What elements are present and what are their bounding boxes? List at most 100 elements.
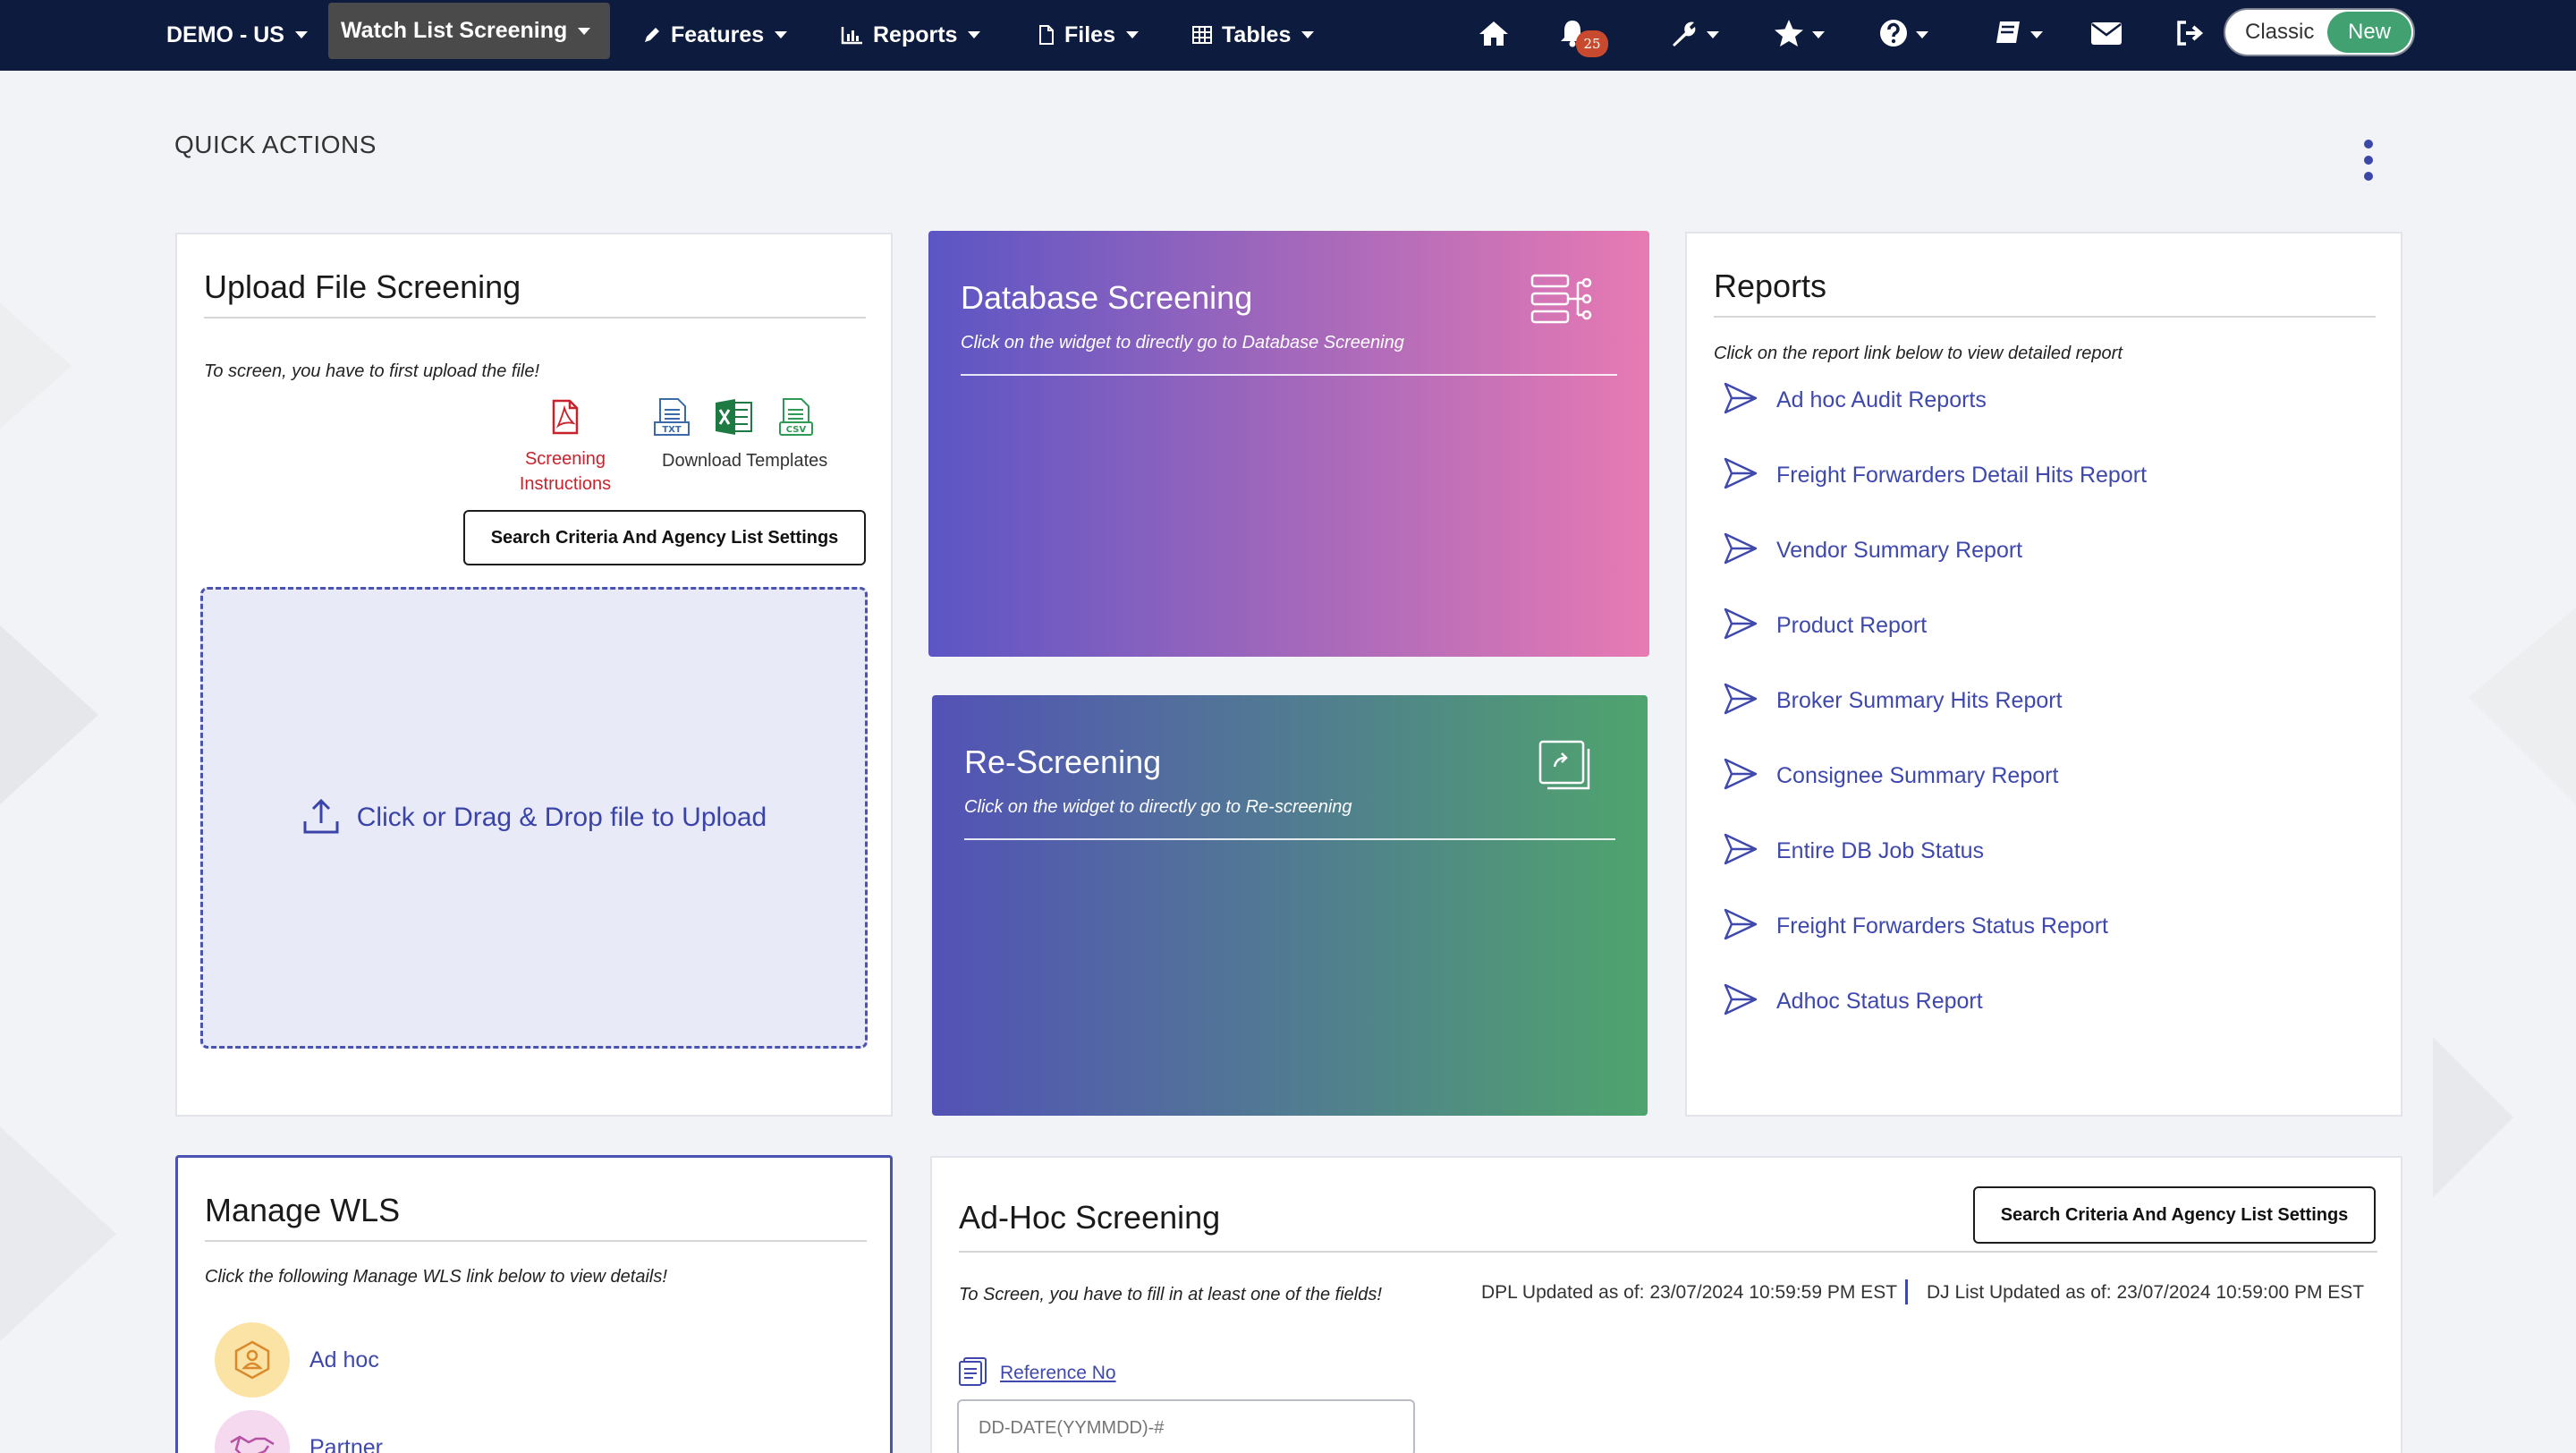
reports-hint: Click on the report link below to view d…: [1714, 344, 2123, 363]
reports-title: Reports: [1714, 268, 1827, 304]
document-list-icon: [957, 1355, 989, 1391]
wls-item-partner[interactable]: Partner: [215, 1410, 383, 1453]
manage-wls-hint: Click the following Manage WLS link belo…: [205, 1267, 667, 1287]
screening-instructions-link[interactable]: Screening Instructions: [510, 399, 621, 497]
menu-tables[interactable]: Tables: [1179, 7, 1326, 63]
report-link[interactable]: Entire DB Job Status: [1723, 832, 1984, 871]
send-arrow-icon: [1723, 982, 1758, 1021]
pencil-icon: [642, 25, 662, 45]
report-link[interactable]: Freight Forwarders Status Report: [1723, 907, 2108, 946]
menu-watch-list-screening[interactable]: Watch List Screening: [328, 3, 611, 59]
home-icon: [1478, 19, 1510, 52]
reference-no-link[interactable]: Reference No: [1000, 1363, 1116, 1384]
wls-item-adhoc[interactable]: Ad hoc: [215, 1322, 379, 1398]
menu-files[interactable]: Files: [1025, 7, 1151, 63]
adhoc-settings-button[interactable]: Search Criteria And Agency List Settings: [1973, 1186, 2376, 1244]
rescreen-icon: [1537, 738, 1592, 796]
rescreening-subtitle: Click on the widget to directly go to Re…: [964, 797, 1352, 817]
notifications-button[interactable]: 25: [1553, 7, 1615, 63]
adhoc-title: Ad-Hoc Screening: [959, 1199, 1221, 1236]
database-network-icon: [1530, 272, 1594, 332]
help-menu[interactable]: [1873, 7, 1934, 63]
report-link[interactable]: Adhoc Status Report: [1723, 982, 1983, 1021]
menu-reports[interactable]: Reports: [828, 7, 993, 63]
toggle-classic-label[interactable]: Classic: [2225, 20, 2327, 45]
chevron-down-icon: [294, 31, 308, 38]
menu-features[interactable]: Features: [630, 7, 800, 63]
csv-text: CSV: [786, 425, 807, 435]
quick-actions-title: QUICK ACTIONS: [174, 131, 377, 158]
tools-menu[interactable]: [1664, 7, 1724, 63]
chevron-down-icon: [1812, 31, 1825, 38]
report-link-label: Entire DB Job Status: [1776, 838, 1985, 863]
excel-template-icon[interactable]: [714, 397, 755, 443]
book-icon: [1993, 18, 2023, 53]
logout-button[interactable]: [2168, 7, 2211, 63]
report-link-label: Broker Summary Hits Report: [1776, 688, 2063, 713]
send-arrow-icon: [1723, 832, 1758, 871]
send-arrow-icon: [1723, 456, 1758, 495]
screening-instructions-label: Screening Instructions: [519, 449, 612, 494]
dpl-updated-text: DPL Updated as of: 23/07/2024 10:59:59 P…: [1481, 1282, 1898, 1303]
home-button[interactable]: [1472, 7, 1515, 63]
manage-wls-card: Manage WLS Click the following Manage WL…: [175, 1155, 893, 1453]
menu-label: Watch List Screening: [341, 18, 568, 43]
bar-chart-icon: [841, 25, 864, 45]
database-screening-title: Database Screening: [961, 279, 1253, 316]
menu-label: Files: [1064, 21, 1115, 47]
upload-title: Upload File Screening: [204, 268, 521, 305]
csv-template-icon[interactable]: CSV: [776, 397, 816, 443]
report-link[interactable]: Freight Forwarders Detail Hits Report: [1723, 456, 2147, 495]
send-arrow-icon: [1723, 682, 1758, 720]
manage-wls-title: Manage WLS: [205, 1192, 401, 1228]
report-link-label: Ad hoc Audit Reports: [1776, 387, 1987, 412]
report-link-label: Freight Forwarders Status Report: [1776, 913, 2108, 939]
report-link-label: Adhoc Status Report: [1776, 989, 1983, 1014]
adhoc-badge-icon: [215, 1322, 290, 1398]
send-arrow-icon: [1723, 907, 1758, 946]
report-link-label: Vendor Summary Report: [1776, 538, 2023, 563]
file-dropzone[interactable]: Click or Drag & Drop file to Upload: [200, 587, 868, 1049]
report-link-label: Consignee Summary Report: [1776, 763, 2059, 788]
rescreening-card[interactable]: Re-Screening Click on the widget to dire…: [932, 695, 1648, 1116]
chevron-down-icon: [1125, 31, 1139, 38]
divider: [205, 1240, 867, 1242]
report-link[interactable]: Broker Summary Hits Report: [1723, 682, 2063, 720]
messages-button[interactable]: [2084, 7, 2129, 63]
pdf-icon: [550, 399, 580, 439]
report-link[interactable]: Consignee Summary Report: [1723, 757, 2058, 795]
send-arrow-icon: [1723, 381, 1758, 420]
menu-label: Tables: [1222, 21, 1292, 47]
report-link[interactable]: Product Report: [1723, 607, 1927, 645]
send-arrow-icon: [1723, 757, 1758, 795]
reference-no-field-label: Reference No: [957, 1355, 1116, 1391]
chevron-down-icon: [1301, 31, 1315, 38]
reference-no-input[interactable]: [957, 1399, 1415, 1453]
brand-menu[interactable]: DEMO - US: [154, 7, 320, 63]
report-link[interactable]: Vendor Summary Report: [1723, 531, 2022, 570]
file-icon: [1038, 24, 1055, 46]
divider: [204, 317, 866, 319]
chevron-down-icon: [578, 27, 591, 35]
top-navbar: DEMO - US Watch List Screening Features …: [0, 0, 2576, 71]
sign-out-icon: [2174, 19, 2206, 52]
question-circle-icon: [1878, 18, 1909, 53]
report-link[interactable]: Ad hoc Audit Reports: [1723, 381, 1987, 420]
guides-menu[interactable]: [1987, 7, 2048, 63]
dj-updated-text: DJ List Updated as of: 23/07/2024 10:59:…: [1927, 1282, 2365, 1303]
separator: [1905, 1279, 1908, 1304]
database-screening-card[interactable]: Database Screening Click on the widget t…: [928, 231, 1649, 657]
table-icon: [1191, 25, 1213, 45]
upload-settings-button[interactable]: Search Criteria And Agency List Settings: [463, 510, 866, 565]
chevron-down-icon: [2030, 31, 2043, 38]
ui-version-toggle[interactable]: Classic New: [2224, 8, 2415, 56]
txt-template-icon[interactable]: TXT: [653, 397, 692, 443]
wls-item-label: Partner: [309, 1434, 383, 1453]
favorites-menu[interactable]: [1767, 7, 1830, 63]
dropzone-label: Click or Drag & Drop file to Upload: [356, 803, 767, 832]
send-arrow-icon: [1723, 531, 1758, 570]
chevron-down-icon: [968, 31, 981, 38]
toggle-new-label[interactable]: New: [2327, 12, 2411, 53]
more-options-icon[interactable]: [2361, 140, 2376, 190]
adhoc-hint: To Screen, you have to fill in at least …: [959, 1285, 1382, 1304]
